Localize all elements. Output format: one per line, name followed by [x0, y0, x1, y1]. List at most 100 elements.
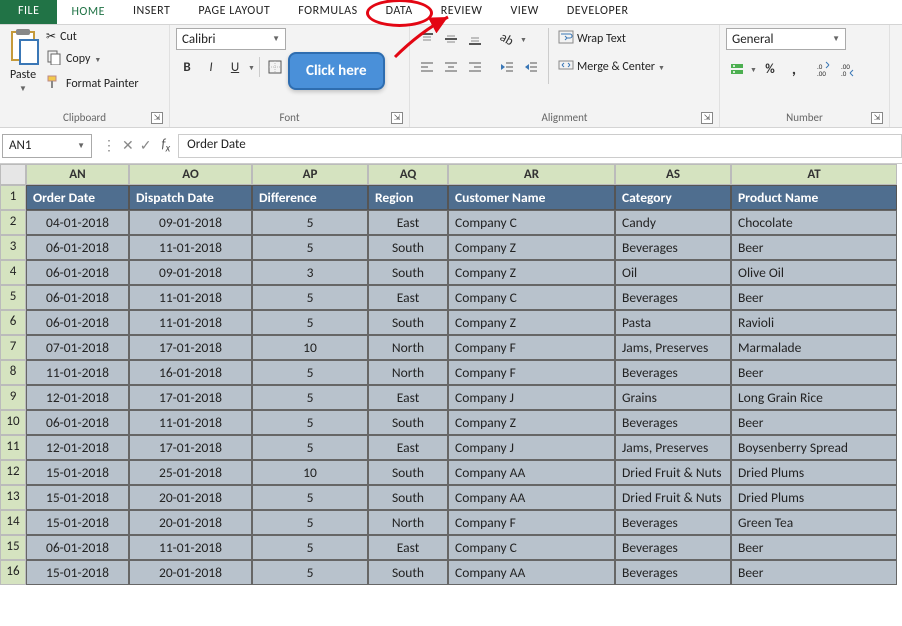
table-cell[interactable]: 17-01-2018 [129, 385, 252, 410]
row-header[interactable]: 10 [0, 410, 26, 435]
row-header[interactable]: 3 [0, 235, 26, 260]
table-cell[interactable]: 5 [252, 560, 368, 585]
select-all-corner[interactable] [0, 164, 26, 185]
table-cell[interactable]: 5 [252, 360, 368, 385]
table-cell[interactable]: Beverages [615, 535, 731, 560]
formula-input[interactable]: Order Date [178, 134, 902, 158]
table-cell[interactable]: East [368, 385, 448, 410]
table-cell[interactable]: 12-01-2018 [26, 385, 129, 410]
table-cell[interactable]: 12-01-2018 [26, 435, 129, 460]
row-header[interactable]: 13 [0, 485, 26, 510]
table-cell[interactable]: Long Grain Rice [731, 385, 897, 410]
table-cell[interactable]: Company C [448, 210, 615, 235]
table-cell[interactable]: 09-01-2018 [129, 260, 252, 285]
table-cell[interactable]: 11-01-2018 [26, 360, 129, 385]
table-cell[interactable]: East [368, 435, 448, 460]
row-header[interactable]: 1 [0, 185, 26, 210]
table-cell[interactable]: Company Z [448, 310, 615, 335]
merge-center-button[interactable]: Merge & Center ▼ [555, 56, 668, 78]
table-cell[interactable]: 11-01-2018 [129, 310, 252, 335]
table-cell[interactable]: 15-01-2018 [26, 510, 129, 535]
table-cell[interactable]: 5 [252, 410, 368, 435]
table-cell[interactable]: Dried Plums [731, 485, 897, 510]
spreadsheet-grid[interactable]: ANAOAPAQARASAT1Order DateDispatch DateDi… [0, 164, 902, 585]
table-cell[interactable]: Company Z [448, 235, 615, 260]
table-cell[interactable]: Chocolate [731, 210, 897, 235]
row-header[interactable]: 6 [0, 310, 26, 335]
tab-page-layout[interactable]: PAGE LAYOUT [184, 0, 284, 24]
increase-indent-button[interactable] [520, 56, 542, 78]
table-cell[interactable]: Beer [731, 235, 897, 260]
table-cell[interactable]: Company AA [448, 460, 615, 485]
table-cell[interactable]: Dried Fruit & Nuts [615, 485, 731, 510]
table-cell[interactable]: Beer [731, 410, 897, 435]
table-cell[interactable]: 3 [252, 260, 368, 285]
table-cell[interactable]: Company J [448, 435, 615, 460]
tab-file[interactable]: FILE [0, 0, 57, 24]
table-cell[interactable]: 10 [252, 335, 368, 360]
table-header-cell[interactable]: Order Date [26, 185, 129, 210]
table-cell[interactable]: Company AA [448, 485, 615, 510]
row-header[interactable]: 7 [0, 335, 26, 360]
table-cell[interactable]: South [368, 310, 448, 335]
table-cell[interactable]: Beverages [615, 560, 731, 585]
underline-button[interactable]: U [224, 56, 246, 78]
tab-review[interactable]: REVIEW [427, 0, 497, 24]
table-cell[interactable]: Beverages [615, 360, 731, 385]
table-cell[interactable]: Company F [448, 510, 615, 535]
table-cell[interactable]: South [368, 460, 448, 485]
tab-formulas[interactable]: FORMULAS [284, 0, 371, 24]
table-cell[interactable]: 5 [252, 285, 368, 310]
table-cell[interactable]: 06-01-2018 [26, 285, 129, 310]
row-header[interactable]: 16 [0, 560, 26, 585]
table-header-cell[interactable]: Customer Name [448, 185, 615, 210]
column-header[interactable]: AT [731, 164, 897, 185]
table-header-cell[interactable]: Difference [252, 185, 368, 210]
align-center-button[interactable] [440, 56, 462, 78]
increase-decimal-button[interactable]: .0.00 [813, 58, 835, 80]
enter-icon[interactable]: ✓ [140, 137, 152, 154]
table-cell[interactable]: Beer [731, 360, 897, 385]
column-header[interactable]: AN [26, 164, 129, 185]
table-cell[interactable]: 20-01-2018 [129, 560, 252, 585]
table-cell[interactable]: South [368, 260, 448, 285]
table-cell[interactable]: 5 [252, 535, 368, 560]
table-cell[interactable]: Grains [615, 385, 731, 410]
table-cell[interactable]: East [368, 535, 448, 560]
copy-button[interactable]: Copy ▼ [44, 48, 141, 70]
table-cell[interactable]: 25-01-2018 [129, 460, 252, 485]
table-header-cell[interactable]: Region [368, 185, 448, 210]
cut-button[interactable]: ✂ Cut [44, 28, 141, 45]
fx-icon[interactable]: fx [161, 137, 178, 155]
table-cell[interactable]: North [368, 335, 448, 360]
table-cell[interactable]: 17-01-2018 [129, 435, 252, 460]
decrease-indent-button[interactable] [496, 56, 518, 78]
column-header[interactable]: AR [448, 164, 615, 185]
table-cell[interactable]: 5 [252, 485, 368, 510]
table-cell[interactable]: 15-01-2018 [26, 560, 129, 585]
decrease-decimal-button[interactable]: .00.0 [837, 58, 859, 80]
table-cell[interactable]: 15-01-2018 [26, 485, 129, 510]
table-cell[interactable]: South [368, 410, 448, 435]
tab-developer[interactable]: DEVELOPER [553, 0, 643, 24]
font-name-select[interactable]: Calibri ▼ [176, 28, 286, 50]
table-cell[interactable]: Pasta [615, 310, 731, 335]
table-cell[interactable]: 5 [252, 235, 368, 260]
table-cell[interactable]: 20-01-2018 [129, 510, 252, 535]
row-header[interactable]: 8 [0, 360, 26, 385]
table-cell[interactable]: 5 [252, 210, 368, 235]
table-cell[interactable]: 04-01-2018 [26, 210, 129, 235]
table-cell[interactable]: Candy [615, 210, 731, 235]
row-header[interactable]: 5 [0, 285, 26, 310]
orientation-button[interactable]: ab [496, 28, 518, 50]
table-cell[interactable]: 11-01-2018 [129, 535, 252, 560]
table-cell[interactable]: 11-01-2018 [129, 410, 252, 435]
table-cell[interactable]: Jams, Preserves [615, 335, 731, 360]
table-cell[interactable]: Boysenberry Spread [731, 435, 897, 460]
table-cell[interactable]: 5 [252, 435, 368, 460]
tab-home[interactable]: HOME [57, 0, 119, 24]
row-header[interactable]: 2 [0, 210, 26, 235]
table-cell[interactable]: Beverages [615, 410, 731, 435]
row-header[interactable]: 11 [0, 435, 26, 460]
table-cell[interactable]: South [368, 560, 448, 585]
